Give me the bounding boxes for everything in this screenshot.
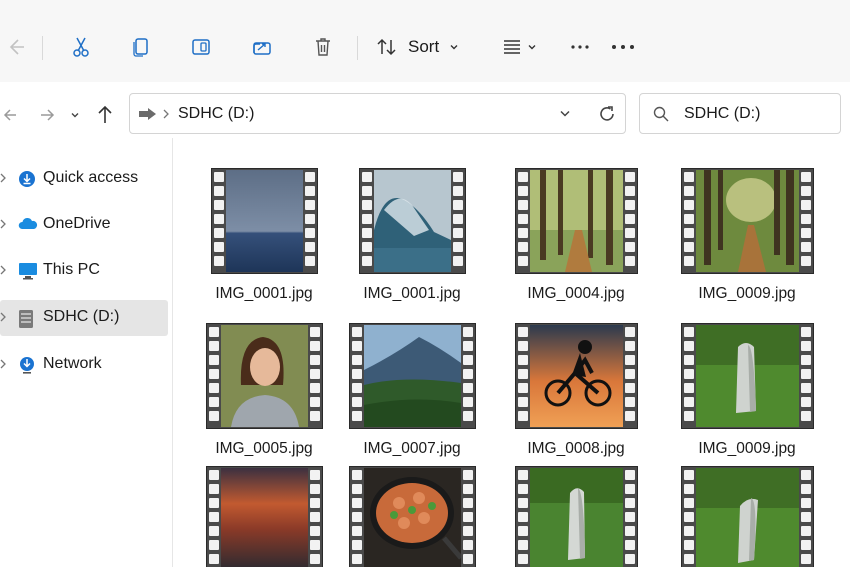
back-arrow-icon[interactable]: [2, 28, 28, 66]
film-strip: [681, 323, 814, 429]
file-name: IMG_0005.jpg: [215, 440, 313, 457]
chevron-down-icon[interactable]: [68, 100, 82, 130]
navigation-pane: Quick access OneDrive This PC SDHC (D:) …: [0, 138, 173, 567]
toolbar-divider: [357, 36, 358, 60]
film-strip: [515, 168, 638, 274]
file-name: IMG_0001.jpg: [363, 285, 461, 302]
film-strip: [515, 323, 638, 429]
more-icon[interactable]: [609, 28, 637, 66]
refresh-icon[interactable]: [597, 104, 617, 124]
file-name: IMG_0009.jpg: [698, 285, 796, 302]
thumbnail-mountain: [364, 325, 461, 427]
up-icon[interactable]: [94, 100, 116, 130]
film-strip: [206, 323, 323, 429]
scissors-icon[interactable]: [66, 28, 96, 66]
thumbnail-cyclist: [530, 325, 623, 427]
thumbnail-stone-pillar: [530, 468, 623, 567]
drive-icon: [19, 310, 33, 328]
share-icon[interactable]: [247, 28, 277, 66]
forward-icon[interactable]: [37, 100, 59, 130]
cloud-icon: [18, 217, 38, 229]
more-icon[interactable]: [566, 28, 594, 66]
view-icon: [504, 40, 520, 54]
film-strip: [515, 466, 638, 567]
sidebar-item-network[interactable]: Network: [0, 347, 168, 383]
file-name: IMG_0007.jpg: [363, 440, 461, 457]
file-grid: IMG_0001.jpg IMG_0001.jpg IMG_0004.jpg I…: [173, 138, 850, 567]
chevron-right-icon: [163, 109, 169, 119]
thumbnail-portrait: [221, 325, 308, 427]
sidebar-item-label: Network: [43, 355, 102, 372]
film-strip: [359, 168, 466, 274]
sidebar-item-label: This PC: [43, 261, 100, 278]
drive-arrow-icon: [139, 108, 156, 120]
sidebar-item-label: OneDrive: [43, 215, 111, 232]
chevron-down-icon: [450, 45, 458, 50]
sort-label: Sort: [408, 37, 440, 56]
film-strip: [681, 466, 814, 567]
file-name: IMG_0009.jpg: [698, 440, 796, 457]
sort-button[interactable]: Sort: [376, 28, 476, 66]
thumbnail-forest-path: [696, 170, 799, 272]
chevron-right-icon[interactable]: [0, 218, 7, 230]
view-button[interactable]: [498, 28, 540, 66]
monitor-icon: [19, 263, 37, 280]
thumbnail-stone-pillar: [696, 325, 799, 427]
chevron-right-icon[interactable]: [0, 172, 7, 184]
sidebar-item-quick-access[interactable]: Quick access: [0, 161, 168, 197]
file-name: IMG_0001.jpg: [215, 285, 313, 302]
search-text: SDHC (D:): [684, 105, 761, 122]
thumbnail-forest: [530, 170, 623, 272]
trash-icon[interactable]: [308, 28, 338, 66]
toolbar-divider: [42, 36, 43, 60]
chevron-right-icon[interactable]: [0, 311, 7, 323]
chevron-right-icon[interactable]: [0, 358, 7, 370]
copy-icon[interactable]: [126, 28, 156, 66]
search-box[interactable]: SDHC (D:): [639, 93, 841, 134]
search-icon: [653, 106, 669, 122]
thumbnail-ocean: [226, 170, 303, 272]
film-strip: [349, 323, 476, 429]
thumbnail-sunset: [221, 468, 308, 567]
film-strip: [211, 168, 318, 274]
thumbnail-stone-pillar: [696, 468, 799, 567]
sidebar-item-label: SDHC (D:): [43, 308, 120, 325]
film-strip: [206, 466, 323, 567]
network-icon: [20, 357, 34, 374]
file-name: IMG_0004.jpg: [527, 285, 625, 302]
film-strip: [349, 466, 476, 567]
paste-icon[interactable]: [186, 28, 216, 66]
thumbnail-food: [364, 468, 461, 567]
sort-icon: [377, 38, 396, 56]
sidebar-item-label: Quick access: [43, 169, 139, 186]
sidebar-item-onedrive[interactable]: OneDrive: [0, 207, 168, 243]
sidebar-item-sdhc[interactable]: SDHC (D:): [0, 300, 168, 336]
thumbnail-wave: [374, 170, 451, 272]
sidebar-item-this-pc[interactable]: This PC: [0, 253, 168, 289]
chevron-down-icon[interactable]: [559, 109, 571, 119]
command-bar: Sort: [0, 0, 850, 83]
file-name: IMG_0008.jpg: [527, 440, 625, 457]
address-path: SDHC (D:): [178, 105, 255, 122]
back-icon[interactable]: [0, 100, 18, 130]
chevron-down-icon: [528, 45, 536, 50]
address-bar[interactable]: SDHC (D:): [129, 93, 626, 134]
quick-access-icon: [19, 171, 35, 187]
chevron-right-icon[interactable]: [0, 264, 7, 276]
film-strip: [681, 168, 814, 274]
